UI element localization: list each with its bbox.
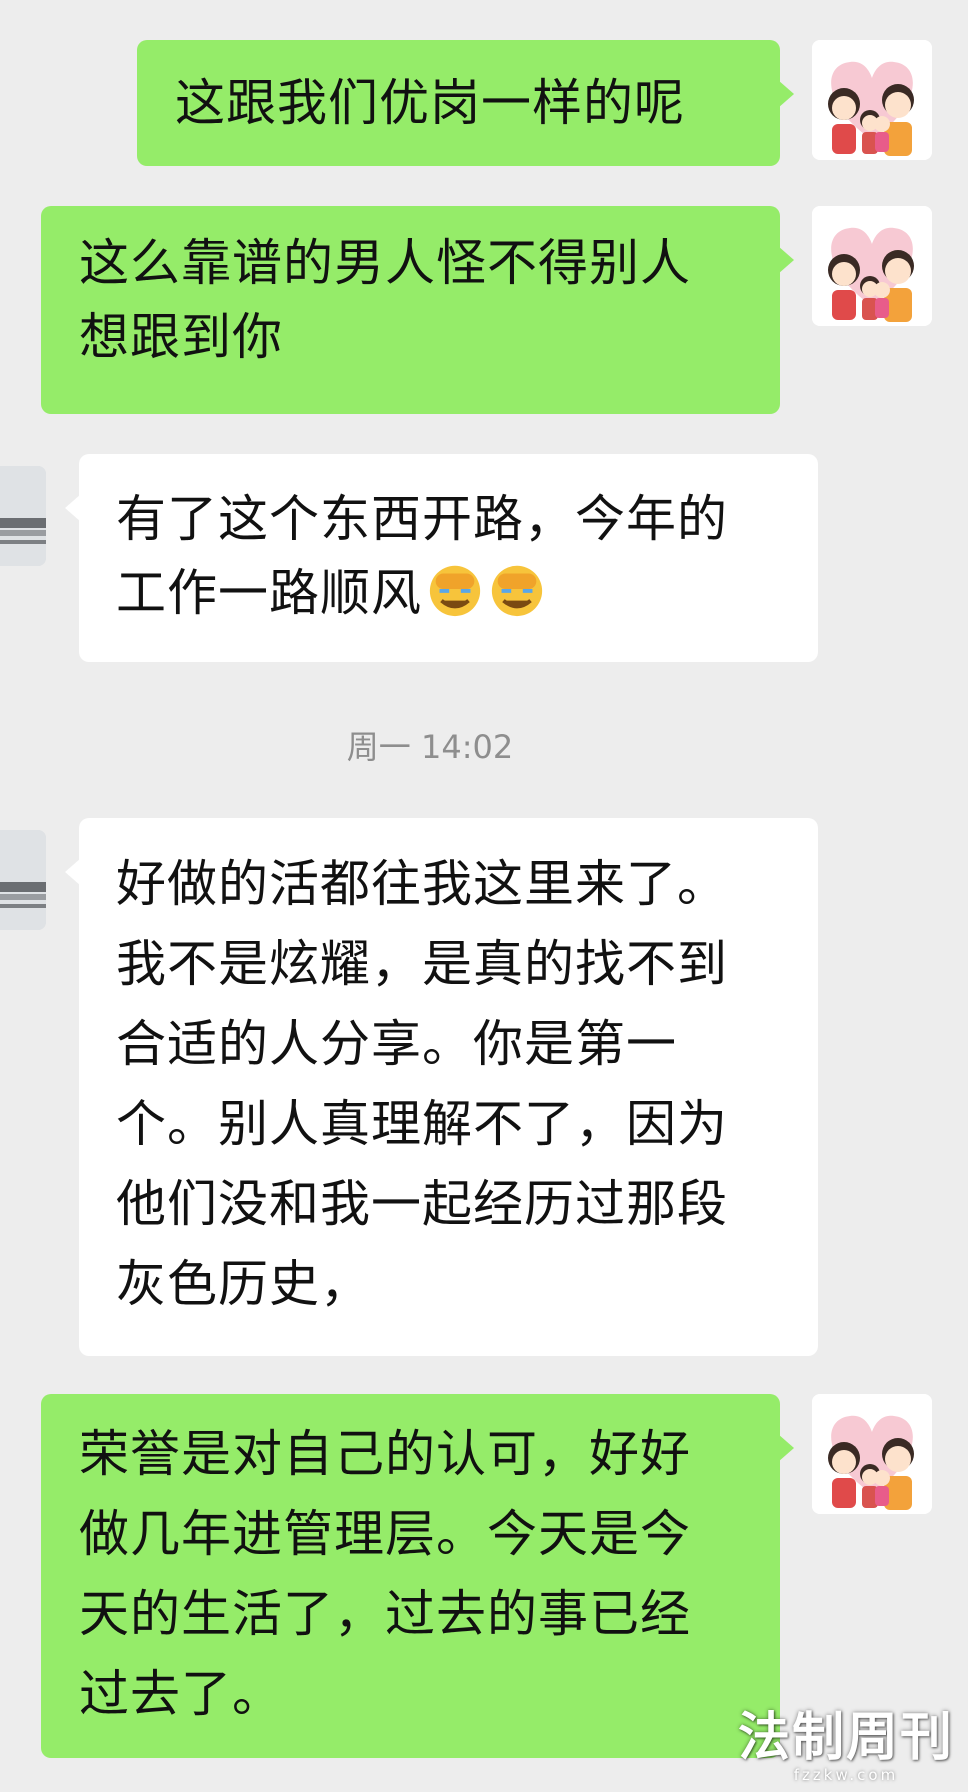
family-cartoon-icon bbox=[812, 206, 932, 326]
timestamp: 周一 14:02 bbox=[346, 728, 514, 766]
face-palm-emoji-icon bbox=[429, 565, 481, 617]
message-bubble-sent[interactable]: 这么靠谱的男人怪不得别人 想跟到你 bbox=[41, 206, 794, 414]
chat-area[interactable]: 这跟我们优岗一样的呢 这么靠谱的男人怪不得别人 想跟到你 有了这个东西开路，今年… bbox=[0, 0, 968, 1792]
message-text: 这跟我们优岗一样的呢 bbox=[175, 74, 685, 132]
message-bubble-received[interactable]: 有了这个东西开路，今年的 工作一路顺风 bbox=[65, 454, 818, 662]
contact-avatar[interactable] bbox=[0, 830, 46, 930]
family-cartoon-icon bbox=[812, 1394, 932, 1514]
message-bubble-sent[interactable]: 荣誉是对自己的认可，好好 做几年进管理层。今天是今 天的生活了，过去的事已经 过… bbox=[41, 1394, 794, 1758]
self-avatar[interactable] bbox=[812, 1394, 932, 1514]
message-text: 做几年进管理层。今天是今 bbox=[79, 1505, 691, 1563]
self-avatar[interactable] bbox=[812, 40, 932, 160]
watermark-title: 法制周刊 bbox=[737, 1707, 954, 1768]
self-avatar[interactable] bbox=[812, 206, 932, 326]
landscape-photo-icon bbox=[0, 466, 46, 566]
message-text: 这么靠谱的男人怪不得别人 bbox=[79, 234, 691, 292]
face-palm-emoji-icon bbox=[491, 565, 543, 617]
message-text: 合适的人分享。你是第一 bbox=[116, 1015, 677, 1073]
message-text: 工作一路顺风 bbox=[116, 564, 422, 622]
message-bubble-sent[interactable]: 这跟我们优岗一样的呢 bbox=[137, 40, 794, 166]
message-text: 好做的活都往我这里来了。 bbox=[116, 855, 728, 913]
message-text: 有了这个东西开路，今年的 bbox=[116, 490, 728, 548]
family-cartoon-icon bbox=[812, 40, 932, 160]
message-text: 荣誉是对自己的认可，好好 bbox=[79, 1425, 691, 1483]
message-text: 想跟到你 bbox=[79, 308, 283, 366]
message-bubble-received[interactable]: 好做的活都往我这里来了。 我不是炫耀，是真的找不到 合适的人分享。你是第一 个。… bbox=[65, 818, 818, 1356]
message-text: 天的生活了，过去的事已经 bbox=[79, 1585, 691, 1643]
message-text: 个。别人真理解不了，因为 bbox=[116, 1095, 728, 1153]
message-text: 他们没和我一起经历过那段 bbox=[116, 1175, 728, 1233]
message-text: 我不是炫耀，是真的找不到 bbox=[116, 935, 728, 993]
message-text: 灰色历史， bbox=[116, 1255, 371, 1313]
landscape-photo-icon bbox=[0, 830, 46, 930]
message-text: 过去了。 bbox=[79, 1665, 283, 1723]
contact-avatar[interactable] bbox=[0, 466, 46, 566]
publisher-watermark: 法制周刊 fzzkw.com bbox=[738, 1695, 954, 1784]
